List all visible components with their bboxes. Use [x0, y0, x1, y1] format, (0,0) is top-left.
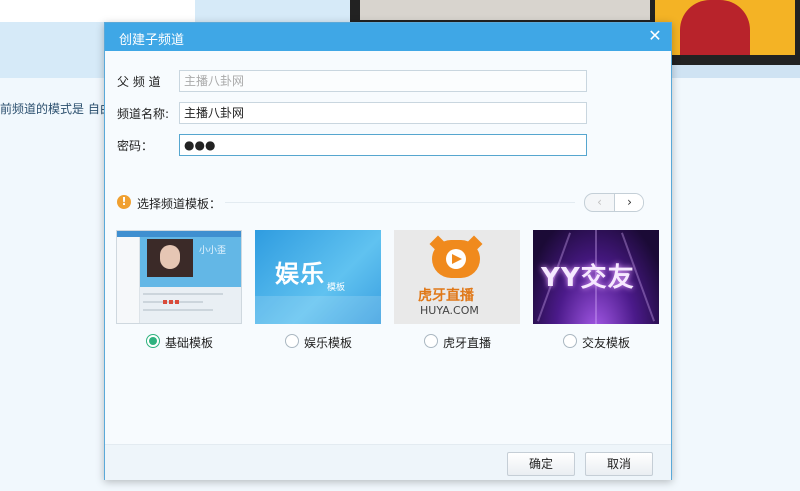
video-figure [680, 0, 750, 55]
channel-name-input[interactable]: 主播八卦网 [179, 102, 587, 124]
thumb-sidebar [117, 237, 140, 323]
template-pager: ‹ › [584, 193, 644, 212]
parent-channel-field: 主播八卦网 [179, 70, 587, 92]
password-input[interactable]: ●●● [179, 134, 587, 156]
radio-unselected[interactable] [563, 334, 577, 348]
next-page-button[interactable]: › [614, 194, 643, 211]
close-icon[interactable]: ✕ [645, 26, 665, 46]
template-section-header: ! 选择频道模板： ‹ › [117, 193, 644, 213]
thumb-dot [175, 300, 179, 304]
template-option-label: 基础模板 [165, 336, 214, 350]
template-thumb-basic[interactable]: 小小歪 [116, 230, 242, 324]
template-section-label: 选择频道模板： [137, 197, 222, 211]
thumb-subtitle: 模板 [327, 283, 346, 293]
radio-unselected[interactable] [285, 334, 299, 348]
background-box [0, 0, 195, 22]
dialog-footer: 确定 取消 [105, 444, 671, 480]
thumb-title: 虎牙直播 [418, 288, 474, 304]
thumb-dot [163, 300, 167, 304]
prev-page-button[interactable]: ‹ [585, 194, 614, 211]
template-thumb-dating[interactable]: YY交友 [533, 230, 659, 324]
template-option-label: 娱乐模板 [304, 336, 353, 350]
template-option-label: 交友模板 [582, 336, 631, 350]
thumb-title: YY交友 [541, 263, 635, 293]
thumb-glow [255, 296, 381, 324]
ok-button[interactable]: 确定 [507, 452, 575, 476]
thumb-subtitle: HUYA.COM [420, 304, 479, 317]
template-option-label: 虎牙直播 [443, 336, 492, 350]
video-frame [360, 0, 650, 20]
play-triangle [452, 254, 462, 264]
thumb-title: 娱乐 [275, 260, 325, 288]
dialog-title: 创建子频道 [119, 33, 185, 48]
channel-name-label: 频道名称: [117, 107, 170, 121]
warning-icon: ! [117, 195, 131, 209]
thumb-face [160, 245, 180, 269]
channel-mode-text: 前频道的模式是 自由 [0, 102, 112, 116]
template-thumb-huya[interactable]: 虎牙直播 HUYA.COM [394, 230, 520, 324]
password-label: 密码： [117, 139, 154, 153]
thumb-row [143, 293, 223, 295]
thumb-row [143, 309, 213, 311]
parent-channel-label: 父 频 道 [117, 75, 161, 89]
radio-selected[interactable] [146, 334, 160, 348]
thumb-name: 小小歪 [199, 246, 227, 256]
thumb-row [143, 301, 203, 303]
radio-unselected[interactable] [424, 334, 438, 348]
template-thumb-entertainment[interactable]: 娱乐 模板 [255, 230, 381, 324]
dialog-titlebar[interactable]: 创建子频道 ✕ [105, 23, 671, 51]
create-subchannel-dialog: 创建子频道 ✕ 父 频 道 主播八卦网 频道名称: 主播八卦网 密码： ●●● … [104, 22, 672, 480]
cancel-button[interactable]: 取消 [585, 452, 653, 476]
thumb-dot [169, 300, 173, 304]
section-divider [225, 202, 575, 203]
